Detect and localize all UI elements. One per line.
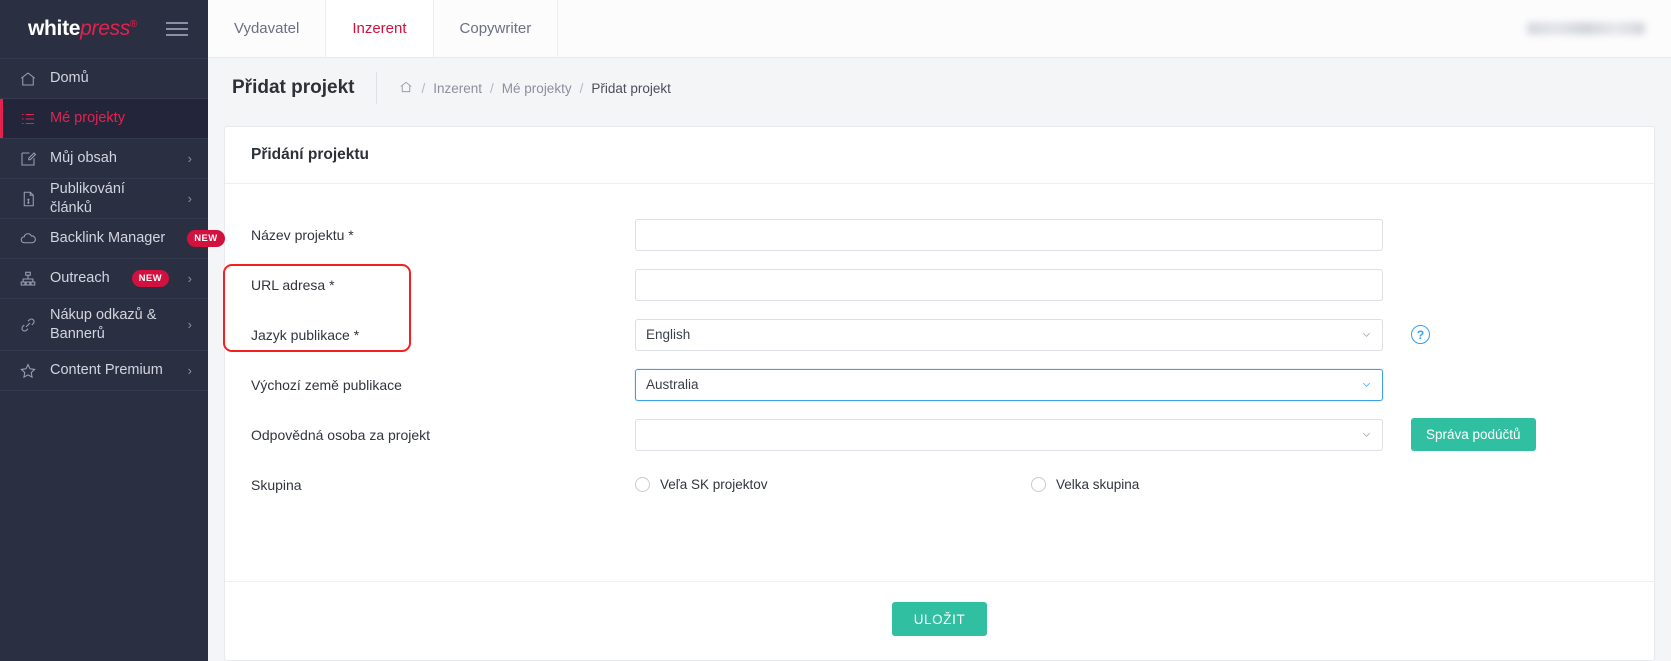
sidebar-item-label: Content Premium	[50, 361, 170, 379]
field-label: Název projektu *	[251, 227, 635, 243]
sidebar-filler	[0, 390, 208, 661]
radio-option-vela-sk-projektov[interactable]: Veľa SK projektov	[635, 477, 1031, 492]
chevron-right-icon: ›	[182, 271, 192, 286]
main-area: Vydavatel Inzerent Copywriter Přidat pro…	[208, 0, 1671, 661]
country-select-value: Australia	[646, 377, 699, 392]
language-select-value: English	[646, 327, 690, 342]
cloud-link-icon	[18, 230, 38, 248]
tab-label: Inzerent	[352, 20, 406, 37]
home-icon[interactable]	[399, 80, 413, 97]
breadcrumb-item-me-projekty[interactable]: Mé projekty	[502, 81, 572, 96]
card-heading: Přidání projektu	[225, 127, 1654, 184]
chevron-right-icon: ›	[182, 317, 192, 332]
page-header: Přidat projekt / Inzerent / Mé projekty …	[208, 58, 1671, 118]
field-row-language: Jazyk publikace * English ?	[251, 310, 1628, 359]
field-control: Australia	[635, 369, 1383, 401]
sidebar-item-nakup-odkazu-banneru[interactable]: Nákup odkazů & Bannerů ›	[0, 298, 208, 350]
radio-circle-icon[interactable]	[635, 477, 650, 492]
breadcrumb-separator: /	[490, 81, 494, 96]
sidebar-item-label: Backlink Manager	[50, 229, 165, 247]
sidebar-item-label: Domů	[50, 69, 192, 87]
sidebar-item-muj-obsah[interactable]: Můj obsah ›	[0, 138, 208, 178]
sidebar-item-label: Mé projekty	[50, 109, 192, 127]
sidebar-item-me-projekty[interactable]: Mé projekty	[0, 98, 208, 138]
logo-pink-part: press	[80, 17, 130, 40]
radio-label: Velka skupina	[1056, 477, 1139, 492]
app-root: whitepress® Domů Mé projekty Můj obsah ›…	[0, 0, 1671, 661]
tab-label: Vydavatel	[234, 20, 299, 37]
field-label: Odpovědná osoba za projekt	[251, 427, 635, 443]
project-name-input[interactable]	[635, 219, 1383, 251]
breadcrumb-item-inzerent[interactable]: Inzerent	[433, 81, 482, 96]
radio-circle-icon[interactable]	[1031, 477, 1046, 492]
tab-vydavatel[interactable]: Vydavatel	[208, 0, 326, 57]
tab-copywriter[interactable]: Copywriter	[434, 0, 559, 57]
brand-logo[interactable]: whitepress®	[28, 17, 137, 41]
manage-subaccounts-button[interactable]: Správa podúčtů	[1411, 418, 1536, 451]
sidebar-item-backlink-manager[interactable]: Backlink Manager NEW	[0, 218, 208, 258]
breadcrumb-separator: /	[580, 81, 584, 96]
top-navigation: Vydavatel Inzerent Copywriter	[208, 0, 1671, 58]
help-icon[interactable]: ?	[1411, 325, 1430, 344]
status-badge-new: NEW	[132, 270, 169, 287]
field-label: Jazyk publikace *	[251, 327, 635, 343]
divider	[376, 72, 377, 104]
field-control: English	[635, 319, 1383, 351]
status-badge-new: NEW	[187, 230, 224, 247]
field-row-project-name: Název projektu *	[251, 210, 1628, 259]
country-select[interactable]: Australia	[635, 369, 1383, 401]
chain-link-icon	[18, 316, 38, 334]
user-account-label-blurred[interactable]	[1527, 22, 1645, 35]
sidebar: whitepress® Domů Mé projekty Můj obsah ›…	[0, 0, 208, 661]
field-label: URL adresa *	[251, 277, 635, 293]
document-dollar-icon	[18, 190, 38, 208]
field-row-group: Skupina Veľa SK projektov Velka skupina	[251, 460, 1628, 509]
field-control	[635, 219, 1383, 251]
form-body: Název projektu * URL adresa * Jazyk publ…	[225, 184, 1654, 557]
sitemap-icon	[18, 270, 38, 288]
field-label: Skupina	[251, 477, 635, 493]
edit-square-icon	[18, 150, 38, 168]
sidebar-header: whitepress®	[0, 0, 208, 58]
field-control	[635, 419, 1383, 451]
field-row-country: Výchozí země publikace Australia	[251, 360, 1628, 409]
tab-label: Copywriter	[460, 20, 532, 37]
card-footer: ULOŽIT	[225, 581, 1654, 660]
radio-label: Veľa SK projektov	[660, 477, 768, 492]
sidebar-item-label: Publikování článků	[50, 180, 170, 216]
star-icon	[18, 362, 38, 380]
language-select[interactable]: English	[635, 319, 1383, 351]
home-icon	[18, 70, 38, 88]
field-row-url: URL adresa *	[251, 260, 1628, 309]
breadcrumb-separator: /	[421, 81, 425, 96]
sidebar-item-label: Outreach	[50, 269, 110, 287]
sidebar-item-publikovani-clanku[interactable]: Publikování článků ›	[0, 178, 208, 218]
sidebar-item-label: Nákup odkazů & Bannerů	[50, 306, 170, 342]
sidebar-item-outreach[interactable]: Outreach NEW ›	[0, 258, 208, 298]
list-icon	[18, 110, 38, 128]
url-input[interactable]	[635, 269, 1383, 301]
breadcrumb-item-current: Přidat projekt	[591, 81, 671, 96]
logo-white-part: white	[28, 17, 80, 40]
topbar-spacer	[558, 0, 1527, 57]
logo-registered-mark: ®	[130, 19, 137, 30]
chevron-right-icon: ›	[182, 363, 192, 378]
field-label: Výchozí země publikace	[251, 377, 635, 393]
field-control	[635, 269, 1383, 301]
field-row-responsible-person: Odpovědná osoba za projekt Správa podúčt…	[251, 410, 1628, 459]
responsible-person-select[interactable]	[635, 419, 1383, 451]
tab-inzerent[interactable]: Inzerent	[326, 0, 433, 57]
hamburger-menu-icon[interactable]	[166, 22, 188, 36]
sidebar-item-label: Můj obsah	[50, 149, 170, 167]
radio-option-velka-skupina[interactable]: Velka skupina	[1031, 477, 1139, 492]
save-button[interactable]: ULOŽIT	[892, 602, 988, 636]
breadcrumb: / Inzerent / Mé projekty / Přidat projek…	[399, 80, 670, 97]
chevron-right-icon: ›	[182, 151, 192, 166]
sidebar-item-domu[interactable]: Domů	[0, 58, 208, 98]
sidebar-item-content-premium[interactable]: Content Premium ›	[0, 350, 208, 390]
group-radio-list: Veľa SK projektov Velka skupina	[635, 477, 1383, 492]
chevron-right-icon: ›	[182, 191, 192, 206]
add-project-card: Přidání projektu Název projektu * URL ad…	[224, 126, 1655, 661]
page-title: Přidat projekt	[232, 77, 354, 99]
